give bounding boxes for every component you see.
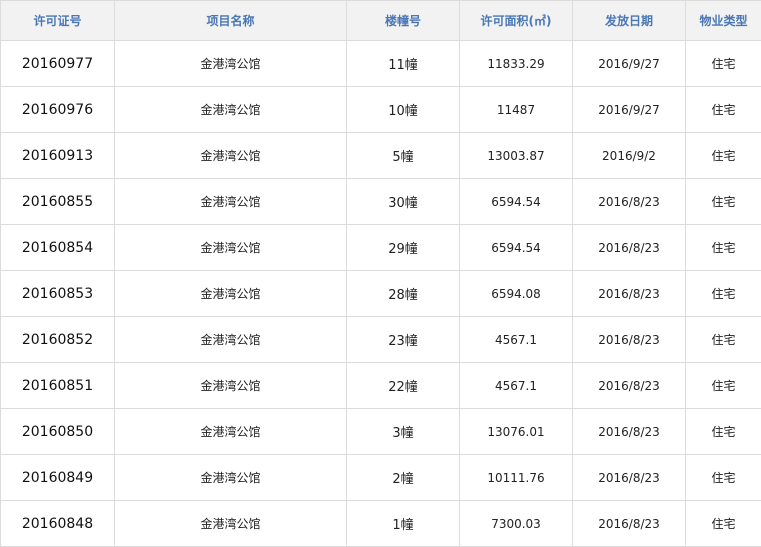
- property-type-cell: 住宅: [685, 454, 761, 501]
- permit-area-cell: 7300.03: [459, 500, 573, 547]
- project-name-cell: 金港湾公馆: [114, 132, 347, 179]
- table-row: 20160852 金港湾公馆 23幢 4567.1 2016/8/23 住宅: [0, 316, 761, 363]
- table-row: 20160913 金港湾公馆 5幢 13003.87 2016/9/2 住宅: [0, 132, 761, 179]
- permit-area-cell: 11833.29: [459, 40, 573, 87]
- property-type-cell: 住宅: [685, 270, 761, 317]
- permit-number-cell: 20160851: [0, 362, 115, 409]
- property-type-cell: 住宅: [685, 408, 761, 455]
- permit-number-cell: 20160849: [0, 454, 115, 501]
- header-permit-number: 许可证号: [0, 0, 115, 41]
- project-name-cell: 金港湾公馆: [114, 454, 347, 501]
- property-type-cell: 住宅: [685, 500, 761, 547]
- property-type-cell: 住宅: [685, 132, 761, 179]
- permit-area-cell: 6594.08: [459, 270, 573, 317]
- header-permit-area: 许可面积(㎡): [459, 0, 573, 41]
- header-issue-date: 发放日期: [572, 0, 686, 41]
- building-number-cell: 10幢: [346, 86, 460, 133]
- project-name-cell: 金港湾公馆: [114, 408, 347, 455]
- property-type-cell: 住宅: [685, 40, 761, 87]
- project-name-cell: 金港湾公馆: [114, 362, 347, 409]
- property-type-cell: 住宅: [685, 316, 761, 363]
- permit-area-cell: 4567.1: [459, 316, 573, 363]
- project-name-cell: 金港湾公馆: [114, 86, 347, 133]
- permit-area-cell: 13076.01: [459, 408, 573, 455]
- permit-table: 许可证号 项目名称 楼幢号 许可面积(㎡) 发放日期 物业类型 20160977…: [0, 0, 761, 547]
- issue-date-cell: 2016/8/23: [572, 500, 686, 547]
- permit-area-cell: 6594.54: [459, 224, 573, 271]
- issue-date-cell: 2016/8/23: [572, 316, 686, 363]
- issue-date-cell: 2016/8/23: [572, 362, 686, 409]
- table-row: 20160849 金港湾公馆 2幢 10111.76 2016/8/23 住宅: [0, 454, 761, 501]
- permit-number-cell: 20160976: [0, 86, 115, 133]
- permit-number-cell: 20160913: [0, 132, 115, 179]
- permit-area-cell: 13003.87: [459, 132, 573, 179]
- issue-date-cell: 2016/8/23: [572, 178, 686, 225]
- issue-date-cell: 2016/8/23: [572, 408, 686, 455]
- project-name-cell: 金港湾公馆: [114, 316, 347, 363]
- property-type-cell: 住宅: [685, 224, 761, 271]
- building-number-cell: 29幢: [346, 224, 460, 271]
- permit-number-cell: 20160853: [0, 270, 115, 317]
- table-row: 20160977 金港湾公馆 11幢 11833.29 2016/9/27 住宅: [0, 40, 761, 87]
- permit-number-cell: 20160850: [0, 408, 115, 455]
- building-number-cell: 2幢: [346, 454, 460, 501]
- building-number-cell: 11幢: [346, 40, 460, 87]
- permit-number-cell: 20160848: [0, 500, 115, 547]
- project-name-cell: 金港湾公馆: [114, 270, 347, 317]
- table-row: 20160855 金港湾公馆 30幢 6594.54 2016/8/23 住宅: [0, 178, 761, 225]
- property-type-cell: 住宅: [685, 86, 761, 133]
- project-name-cell: 金港湾公馆: [114, 224, 347, 271]
- building-number-cell: 22幢: [346, 362, 460, 409]
- property-type-cell: 住宅: [685, 178, 761, 225]
- permit-area-cell: 10111.76: [459, 454, 573, 501]
- header-building-number: 楼幢号: [346, 0, 460, 41]
- building-number-cell: 23幢: [346, 316, 460, 363]
- issue-date-cell: 2016/8/23: [572, 270, 686, 317]
- table-row: 20160976 金港湾公馆 10幢 11487 2016/9/27 住宅: [0, 86, 761, 133]
- issue-date-cell: 2016/8/23: [572, 454, 686, 501]
- permit-number-cell: 20160852: [0, 316, 115, 363]
- header-project-name: 项目名称: [114, 0, 347, 41]
- project-name-cell: 金港湾公馆: [114, 40, 347, 87]
- building-number-cell: 5幢: [346, 132, 460, 179]
- building-number-cell: 30幢: [346, 178, 460, 225]
- permit-number-cell: 20160855: [0, 178, 115, 225]
- permit-area-cell: 6594.54: [459, 178, 573, 225]
- permit-area-cell: 11487: [459, 86, 573, 133]
- table-row: 20160854 金港湾公馆 29幢 6594.54 2016/8/23 住宅: [0, 224, 761, 271]
- table-row: 20160850 金港湾公馆 3幢 13076.01 2016/8/23 住宅: [0, 408, 761, 455]
- building-number-cell: 1幢: [346, 500, 460, 547]
- issue-date-cell: 2016/9/2: [572, 132, 686, 179]
- table-row: 20160851 金港湾公馆 22幢 4567.1 2016/8/23 住宅: [0, 362, 761, 409]
- issue-date-cell: 2016/9/27: [572, 40, 686, 87]
- project-name-cell: 金港湾公馆: [114, 500, 347, 547]
- building-number-cell: 3幢: [346, 408, 460, 455]
- issue-date-cell: 2016/8/23: [572, 224, 686, 271]
- table-row: 20160853 金港湾公馆 28幢 6594.08 2016/8/23 住宅: [0, 270, 761, 317]
- permit-number-cell: 20160977: [0, 40, 115, 87]
- table-header-row: 许可证号 项目名称 楼幢号 许可面积(㎡) 发放日期 物业类型: [0, 0, 761, 41]
- project-name-cell: 金港湾公馆: [114, 178, 347, 225]
- permit-number-cell: 20160854: [0, 224, 115, 271]
- header-property-type: 物业类型: [685, 0, 761, 41]
- property-type-cell: 住宅: [685, 362, 761, 409]
- permit-area-cell: 4567.1: [459, 362, 573, 409]
- issue-date-cell: 2016/9/27: [572, 86, 686, 133]
- table-row: 20160848 金港湾公馆 1幢 7300.03 2016/8/23 住宅: [0, 500, 761, 547]
- building-number-cell: 28幢: [346, 270, 460, 317]
